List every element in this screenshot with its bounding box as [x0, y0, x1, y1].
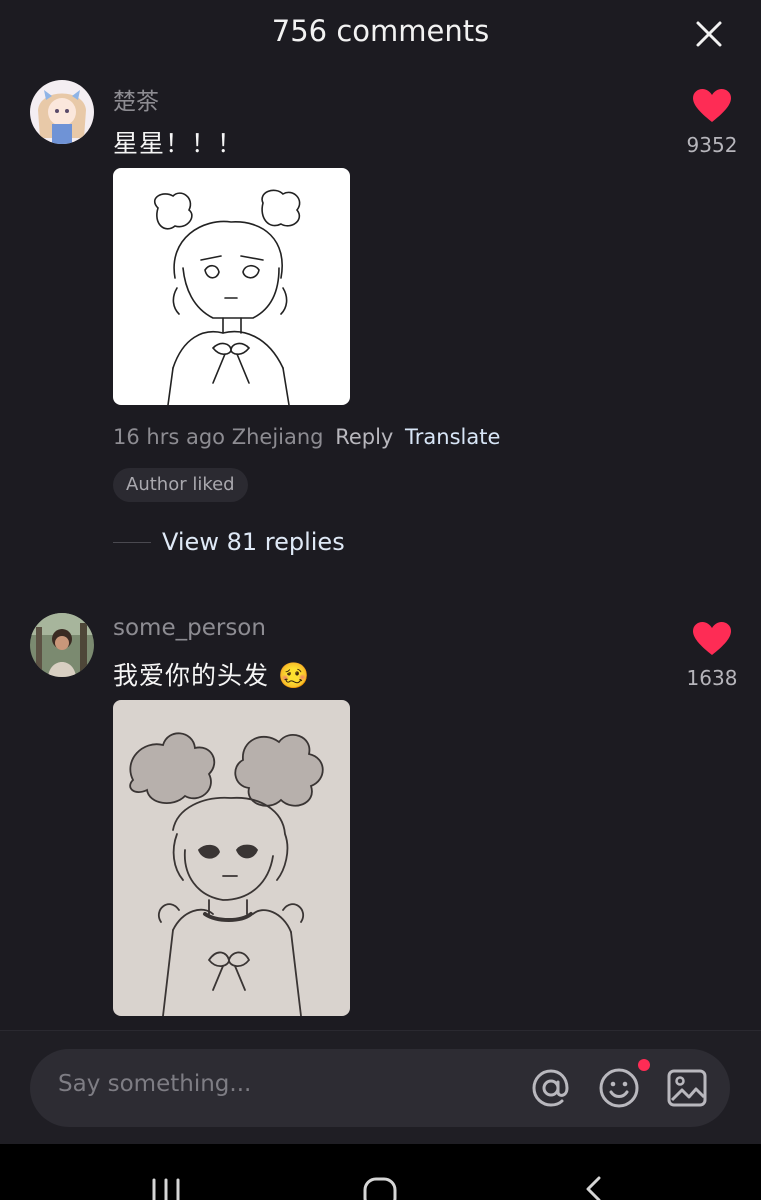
home-icon[interactable]	[360, 1174, 400, 1200]
avatar[interactable]	[30, 80, 94, 144]
comment-meta: 16 hrs ago Zhejiang Reply Translate	[113, 425, 500, 449]
comment-username[interactable]: 楚茶	[113, 82, 159, 116]
comment-username[interactable]: some_person	[113, 615, 266, 641]
notification-dot	[638, 1059, 650, 1071]
reply-button[interactable]: Reply	[335, 425, 393, 449]
heart-icon[interactable]	[692, 621, 732, 657]
system-navigation-bar	[0, 1144, 761, 1200]
comment-location: Zhejiang	[231, 425, 324, 449]
like-count: 1638	[686, 666, 738, 690]
comment-text: 我爱你的头发 🥴	[113, 656, 310, 692]
heart-icon[interactable]	[692, 88, 732, 124]
view-replies-button[interactable]: View 81 replies	[162, 528, 345, 556]
comment-image[interactable]	[113, 168, 350, 405]
back-icon[interactable]	[575, 1174, 615, 1200]
comments-header: 756 comments	[0, 0, 761, 70]
image-icon[interactable]	[666, 1067, 708, 1109]
translate-button[interactable]: Translate	[405, 425, 500, 449]
recents-icon[interactable]	[146, 1174, 186, 1200]
comment-time: 16 hrs ago	[113, 425, 226, 449]
author-liked-badge: Author liked	[113, 468, 248, 502]
emoji-icon[interactable]	[598, 1067, 640, 1109]
avatar[interactable]	[30, 613, 94, 677]
comment-image[interactable]	[113, 700, 350, 1016]
woozy-face-emoji: 🥴	[277, 661, 311, 690]
comment-input-bar: Say something...	[0, 1030, 761, 1145]
comment-input-field[interactable]: Say something...	[30, 1049, 730, 1127]
comment-input-placeholder[interactable]: Say something...	[58, 1071, 251, 1097]
comment-text: 星星！！！	[113, 129, 244, 158]
at-icon[interactable]	[530, 1067, 572, 1109]
like-count: 9352	[686, 133, 738, 157]
comment-text-content: 我爱你的头发	[113, 661, 270, 690]
close-icon[interactable]	[692, 17, 726, 51]
replies-divider	[113, 542, 151, 543]
comments-title: 756 comments	[271, 14, 490, 48]
